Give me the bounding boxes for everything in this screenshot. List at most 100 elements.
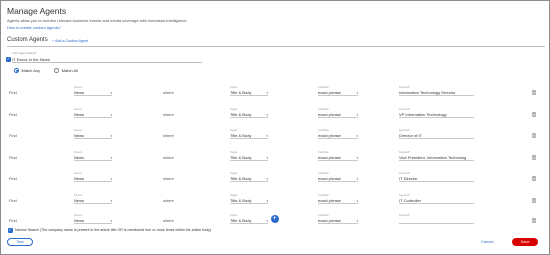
chevron-down-icon: ▾ (266, 90, 268, 95)
section-title: Custom Agents (7, 37, 48, 43)
chevron-down-icon: ▾ (356, 112, 358, 117)
source-select[interactable]: News ▾ (74, 112, 112, 118)
trash-icon[interactable] (532, 154, 536, 160)
source-select[interactable]: News ▾ (74, 218, 112, 224)
source-value: News (74, 218, 85, 223)
find-label: Find (9, 155, 17, 160)
match-all-radio[interactable]: Match All (54, 68, 78, 73)
source-select[interactable]: News ▾ (74, 133, 112, 139)
condition-value: exact phrase (318, 218, 341, 223)
keyword-input[interactable]: VP Information Technology (399, 112, 474, 118)
source-value: News (74, 112, 85, 117)
chevron-down-icon: ▾ (356, 218, 358, 223)
page-frame: Manage Agents Agents allow you to monito… (0, 0, 550, 255)
divider (7, 46, 545, 47)
find-label: Find (9, 218, 17, 223)
target-select[interactable]: Title & Body ▾ (230, 90, 268, 96)
chevron-down-icon: ▾ (356, 133, 358, 138)
add-custom-agent-link[interactable]: + Add a Custom Agent (52, 39, 88, 43)
keyword-input[interactable]: Director of IT (399, 133, 474, 139)
agent-name-input[interactable] (12, 56, 202, 63)
target-select[interactable]: Title & Body ▾ (230, 155, 268, 161)
chevron-down-icon: ▾ (356, 176, 358, 181)
condition-value: exact phrase (318, 176, 341, 181)
rule-row: Find Source News ▾ where Target Title & Body ▾ C… (8, 86, 543, 96)
chevron-down-icon: ▾ (110, 133, 112, 138)
keyword-input[interactable]: Information Technology Director (399, 90, 474, 96)
chevron-down-icon: ▾ (266, 133, 268, 138)
where-label: where (163, 218, 174, 223)
where-label: where (163, 176, 174, 181)
cancel-button[interactable]: Cancel (481, 239, 493, 244)
add-rule-button[interactable]: + (270, 215, 279, 223)
source-select[interactable]: News ▾ (74, 176, 112, 182)
target-select[interactable]: Title & Body ▾ (230, 218, 268, 224)
target-value: Title & Body (230, 133, 252, 138)
plus-icon: + (52, 38, 55, 43)
target-value: Title & Body (230, 218, 252, 223)
target-select[interactable]: Title & Body ▾ (230, 133, 268, 139)
keyword-input[interactable]: Vice President, Information Technolog (399, 155, 474, 161)
condition-select[interactable]: exact phrase ▾ (318, 176, 358, 182)
keyword-input[interactable]: IT Controller (399, 198, 474, 204)
target-select[interactable]: Title & Body ▾ (230, 198, 268, 204)
source-select[interactable]: News ▾ (74, 90, 112, 96)
rule-row: Find Source News ▾ where Target Title & Body ▾ C… (8, 172, 543, 182)
target-select[interactable]: Title & Body ▾ (230, 112, 268, 118)
condition-select[interactable]: exact phrase ▾ (318, 218, 358, 224)
keyword-input[interactable] (399, 218, 474, 224)
source-select[interactable]: News ▾ (74, 155, 112, 161)
rule-row: Find Source News ▾ where Target Title & Body ▾ C… (8, 151, 543, 161)
keyword-input[interactable]: IT Director (399, 176, 474, 182)
condition-select[interactable]: exact phrase ▾ (318, 90, 358, 96)
chevron-down-icon: ▾ (266, 112, 268, 117)
chevron-down-icon: ▾ (110, 112, 112, 117)
rule-row: Find Source News ▾ where Target Title & Body ▾ C… (8, 194, 543, 204)
target-value: Title & Body (230, 90, 252, 95)
find-label: Find (9, 90, 17, 95)
trash-icon[interactable] (532, 197, 536, 203)
source-value: News (74, 176, 85, 181)
howto-link[interactable]: How to create custom agents? (7, 25, 61, 30)
source-select[interactable]: News ▾ (74, 198, 112, 204)
target-value: Title & Body (230, 198, 252, 203)
chevron-down-icon: ▾ (110, 90, 112, 95)
save-button[interactable]: Save (512, 238, 538, 246)
find-label: Find (9, 112, 17, 117)
condition-value: exact phrase (318, 133, 341, 138)
condition-select[interactable]: exact phrase ▾ (318, 155, 358, 161)
chevron-down-icon: ▾ (266, 176, 268, 181)
chevron-down-icon: ▾ (356, 155, 358, 160)
source-value: News (74, 155, 85, 160)
source-value: News (74, 198, 85, 203)
target-select[interactable]: Title & Body ▾ (230, 176, 268, 182)
narrow-search-checkbox[interactable]: ✓ (8, 228, 13, 233)
narrow-search-label: Narrow Search (The company name is prese… (15, 228, 212, 232)
match-all-label: Match All (61, 68, 78, 73)
where-label: where (163, 155, 174, 160)
target-value: Title & Body (230, 155, 252, 160)
page-description: Agents allow you to monitor relevant bus… (7, 18, 188, 23)
condition-select[interactable]: exact phrase ▾ (318, 133, 358, 139)
trash-icon[interactable] (532, 175, 536, 181)
page-title: Manage Agents (7, 6, 67, 16)
find-label: Find (9, 176, 17, 181)
agent-name-label: Your Agent Name* (12, 51, 37, 55)
agent-enabled-checkbox[interactable]: ✓ (6, 57, 11, 62)
condition-select[interactable]: exact phrase ▾ (318, 198, 358, 204)
condition-select[interactable]: exact phrase ▾ (318, 112, 358, 118)
chevron-down-icon: ▾ (266, 155, 268, 160)
condition-value: exact phrase (318, 112, 341, 117)
trash-icon[interactable] (532, 111, 536, 117)
chevron-down-icon: ▾ (356, 90, 358, 95)
where-label: where (163, 133, 174, 138)
trash-icon[interactable] (532, 89, 536, 95)
test-button[interactable]: Test (7, 238, 33, 246)
trash-icon[interactable] (532, 217, 536, 223)
chevron-down-icon: ▾ (266, 218, 268, 223)
match-any-radio[interactable]: Match Any (14, 68, 40, 73)
find-label: Find (9, 133, 17, 138)
condition-value: exact phrase (318, 90, 341, 95)
chevron-down-icon: ▾ (266, 198, 268, 203)
trash-icon[interactable] (532, 132, 536, 138)
